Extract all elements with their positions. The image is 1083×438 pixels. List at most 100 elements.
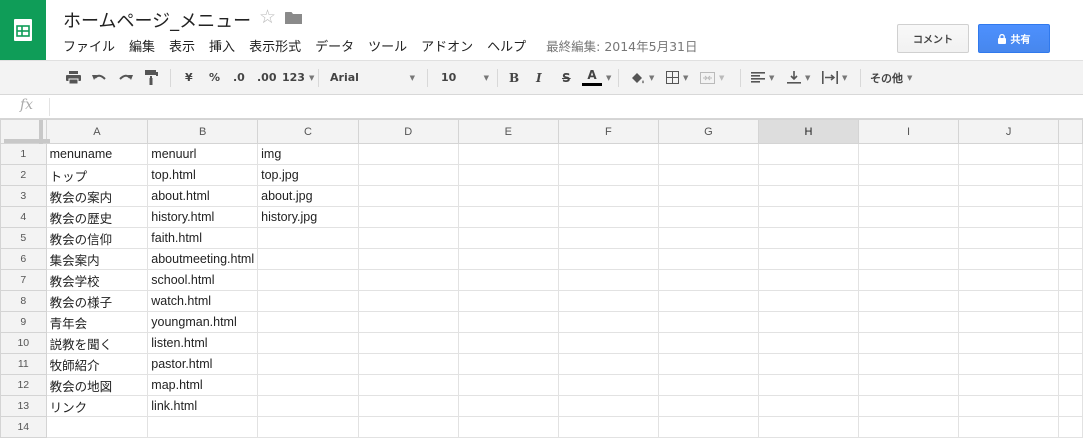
paint-format-icon[interactable] xyxy=(145,61,158,94)
cell[interactable] xyxy=(257,353,359,375)
fill-color-icon[interactable]: ▼ xyxy=(630,61,654,94)
cell[interactable]: リンク xyxy=(45,395,149,417)
cell[interactable]: 集会案内 xyxy=(45,248,149,270)
formula-input[interactable] xyxy=(52,97,1072,117)
cell[interactable]: pastor.html xyxy=(147,353,259,375)
cell[interactable] xyxy=(958,311,1060,333)
cell[interactable]: menuname xyxy=(45,143,149,165)
column-header-a[interactable]: A xyxy=(45,119,149,144)
cell[interactable] xyxy=(757,374,860,396)
cell[interactable] xyxy=(557,290,659,312)
cell[interactable]: listen.html xyxy=(147,332,259,354)
cell[interactable] xyxy=(958,143,1060,165)
vertical-align-icon[interactable]: ▼ xyxy=(787,61,810,94)
cell[interactable] xyxy=(457,206,559,228)
cell[interactable] xyxy=(557,374,659,396)
row-header[interactable]: 9 xyxy=(0,311,47,333)
cell[interactable] xyxy=(858,143,960,165)
cell[interactable] xyxy=(1058,185,1083,207)
menu-help[interactable]: ヘルプ xyxy=(487,36,526,55)
last-edit-status[interactable]: 最終編集: 2014年5月31日 xyxy=(546,36,697,55)
redo-icon[interactable] xyxy=(118,61,133,94)
cell[interactable] xyxy=(357,206,459,228)
menu-view[interactable]: 表示 xyxy=(169,36,195,55)
menu-data[interactable]: データ xyxy=(315,36,354,55)
cell[interactable] xyxy=(357,353,459,375)
cell[interactable]: top.jpg xyxy=(257,164,359,186)
column-header-j[interactable]: J xyxy=(958,119,1060,144)
cell[interactable] xyxy=(1058,143,1083,165)
cell[interactable] xyxy=(257,227,359,249)
cell[interactable]: watch.html xyxy=(147,290,259,312)
cell[interactable] xyxy=(757,185,860,207)
cell[interactable]: 教会の様子 xyxy=(45,290,149,312)
cell[interactable] xyxy=(657,311,759,333)
cell[interactable] xyxy=(858,248,960,270)
undo-icon[interactable] xyxy=(92,61,107,94)
cell[interactable] xyxy=(457,311,559,333)
cell[interactable]: link.html xyxy=(147,395,259,417)
cell[interactable] xyxy=(858,332,960,354)
column-header-f[interactable]: F xyxy=(557,119,659,144)
cell[interactable] xyxy=(858,374,960,396)
cell[interactable] xyxy=(757,164,860,186)
cell[interactable] xyxy=(757,290,860,312)
cell[interactable] xyxy=(858,227,960,249)
cell[interactable] xyxy=(1058,374,1083,396)
cell[interactable] xyxy=(958,248,1060,270)
cell[interactable] xyxy=(657,374,759,396)
row-header[interactable]: 3 xyxy=(0,185,47,207)
menu-insert[interactable]: 挿入 xyxy=(209,36,235,55)
menu-file[interactable]: ファイル xyxy=(63,36,115,55)
cell[interactable] xyxy=(958,395,1060,417)
cell[interactable]: aboutmeeting.html xyxy=(147,248,259,270)
cell[interactable] xyxy=(858,185,960,207)
column-header-g[interactable]: G xyxy=(657,119,759,144)
cell[interactable] xyxy=(257,416,359,438)
cell[interactable] xyxy=(657,416,759,438)
cell[interactable] xyxy=(457,227,559,249)
cell[interactable]: menuurl xyxy=(147,143,259,165)
cell[interactable] xyxy=(958,374,1060,396)
comment-button[interactable]: コメント xyxy=(897,24,969,53)
cell[interactable] xyxy=(557,395,659,417)
cell[interactable] xyxy=(557,185,659,207)
cell[interactable] xyxy=(858,164,960,186)
cell[interactable] xyxy=(858,206,960,228)
text-wrap-icon[interactable]: ▼ xyxy=(822,61,847,94)
increase-decimal-button[interactable]: .00 xyxy=(257,61,277,94)
cell[interactable] xyxy=(1058,416,1083,438)
cell[interactable] xyxy=(557,227,659,249)
cell[interactable]: 教会の地図 xyxy=(45,374,149,396)
cell[interactable] xyxy=(257,332,359,354)
cell[interactable] xyxy=(257,374,359,396)
cell[interactable] xyxy=(858,416,960,438)
cell[interactable] xyxy=(1058,164,1083,186)
cell[interactable] xyxy=(457,269,559,291)
cell[interactable] xyxy=(1058,206,1083,228)
cell[interactable] xyxy=(657,164,759,186)
cell[interactable] xyxy=(257,311,359,333)
cell[interactable]: 教会学校 xyxy=(45,269,149,291)
cell[interactable] xyxy=(457,332,559,354)
cell[interactable] xyxy=(357,227,459,249)
align-left-icon[interactable]: ▼ xyxy=(751,61,774,94)
cell[interactable] xyxy=(557,332,659,354)
cell[interactable] xyxy=(357,290,459,312)
print-icon[interactable] xyxy=(66,61,81,94)
cell[interactable] xyxy=(357,395,459,417)
cell[interactable] xyxy=(1058,332,1083,354)
row-header[interactable]: 14 xyxy=(0,416,47,438)
cell[interactable] xyxy=(557,164,659,186)
column-header-e[interactable]: E xyxy=(457,119,559,144)
row-header[interactable]: 7 xyxy=(0,269,47,291)
row-header[interactable]: 6 xyxy=(0,248,47,270)
cell[interactable] xyxy=(757,206,860,228)
cell[interactable] xyxy=(557,353,659,375)
cell[interactable] xyxy=(657,206,759,228)
cell[interactable] xyxy=(858,353,960,375)
cell[interactable] xyxy=(557,311,659,333)
cell[interactable] xyxy=(357,143,459,165)
cell[interactable]: 教会の歴史 xyxy=(45,206,149,228)
cell[interactable] xyxy=(958,416,1060,438)
